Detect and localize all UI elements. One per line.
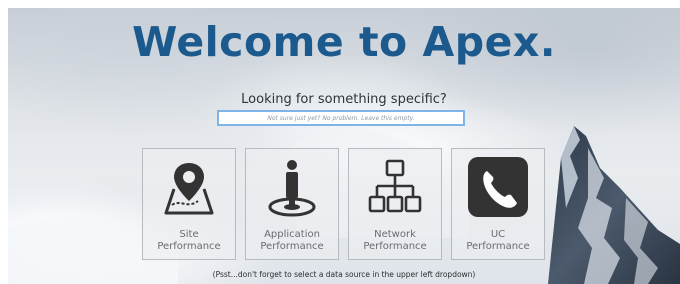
tile-uc-performance[interactable]: UC Performance	[451, 148, 545, 260]
tile-label-line1: Application	[264, 229, 320, 240]
background: Welcome to Apex. Looking for something s…	[8, 8, 680, 284]
map-pin-icon	[143, 157, 235, 219]
category-tiles: Site Performance Application Performance	[142, 148, 546, 262]
person-on-target-icon	[246, 157, 338, 219]
tile-application-performance[interactable]: Application Performance	[245, 148, 339, 260]
tile-label-line2: Performance	[466, 241, 530, 252]
search-prompt: Looking for something specific?	[241, 92, 447, 107]
network-hierarchy-icon	[349, 157, 441, 219]
tile-network-performance[interactable]: Network Performance	[348, 148, 442, 260]
page-title: Welcome to Apex.	[132, 18, 556, 66]
tile-label-line2: Performance	[157, 241, 221, 252]
tile-label-line1: Site	[179, 229, 199, 240]
phone-icon	[452, 157, 544, 219]
tile-label-line2: Performance	[260, 241, 324, 252]
search-input[interactable]	[217, 110, 465, 126]
tile-label-line1: UC	[490, 229, 506, 240]
tile-label-line2: Performance	[363, 241, 427, 252]
tile-label-line1: Network	[374, 229, 416, 240]
data-source-hint: (Psst...don't forget to select a data so…	[212, 270, 476, 279]
tile-site-performance[interactable]: Site Performance	[142, 148, 236, 260]
